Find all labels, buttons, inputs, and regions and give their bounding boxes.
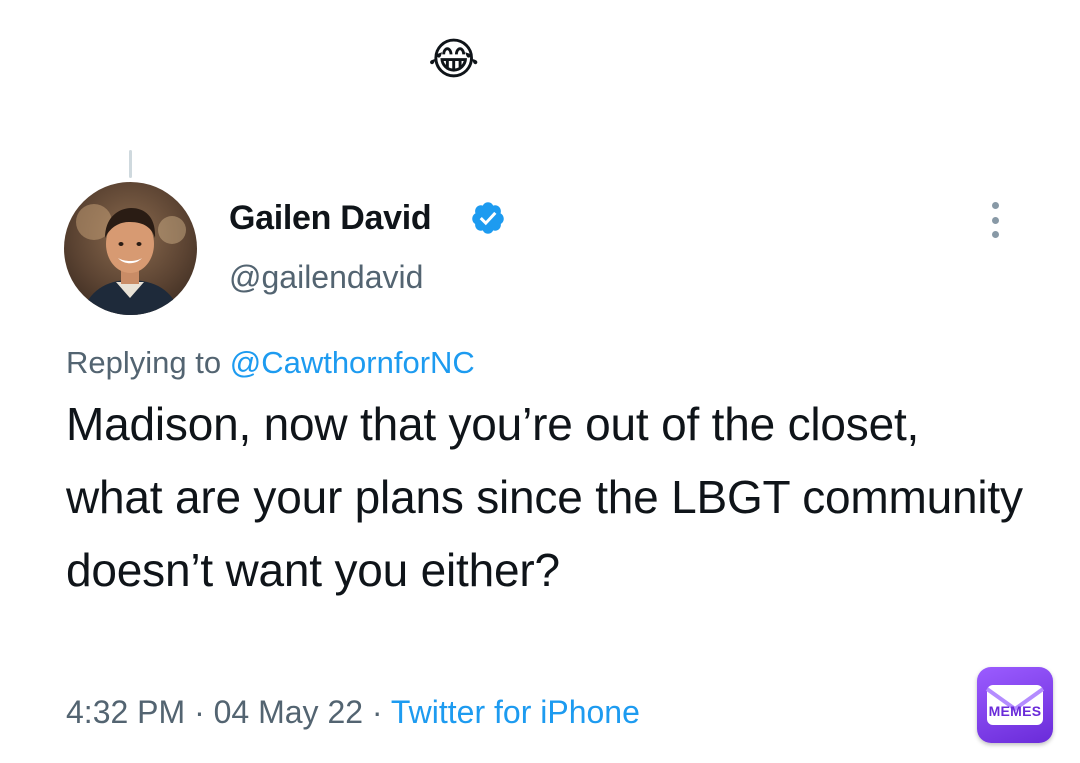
- memes-watermark-label: MEMES: [988, 703, 1042, 719]
- more-dot: [991, 202, 999, 209]
- meta-separator: ·: [371, 694, 383, 730]
- verified-badge-icon: [472, 202, 504, 234]
- tweet-source-link[interactable]: Twitter for iPhone: [391, 694, 640, 730]
- replying-to-link[interactable]: @CawthornforNC: [230, 345, 475, 380]
- thread-connector-line: [129, 150, 132, 178]
- author-name[interactable]: Gailen David: [229, 196, 432, 240]
- replying-to-line: Replying to @CawthornforNC: [66, 342, 475, 384]
- avatar[interactable]: [64, 182, 197, 315]
- more-options-icon[interactable]: [986, 202, 1004, 238]
- laughing-emoji: 😂: [428, 34, 480, 85]
- replying-prefix: Replying to: [66, 345, 222, 380]
- more-dot: [991, 216, 999, 224]
- tweet-meta: 4:32 PM · 04 May 22 · Twitter for iPhone: [66, 690, 640, 734]
- author-handle[interactable]: @gailendavid: [229, 256, 423, 298]
- more-dot: [991, 231, 999, 238]
- avatar-photo: [76, 204, 186, 315]
- memes-watermark: MEMES: [977, 667, 1053, 743]
- meta-separator: ·: [194, 694, 205, 730]
- tweet-text: Madison, now that you’re out of the clos…: [66, 398, 1023, 596]
- tweet-date[interactable]: 04 May 22: [214, 694, 363, 730]
- tweet-time[interactable]: 4:32 PM: [66, 694, 185, 730]
